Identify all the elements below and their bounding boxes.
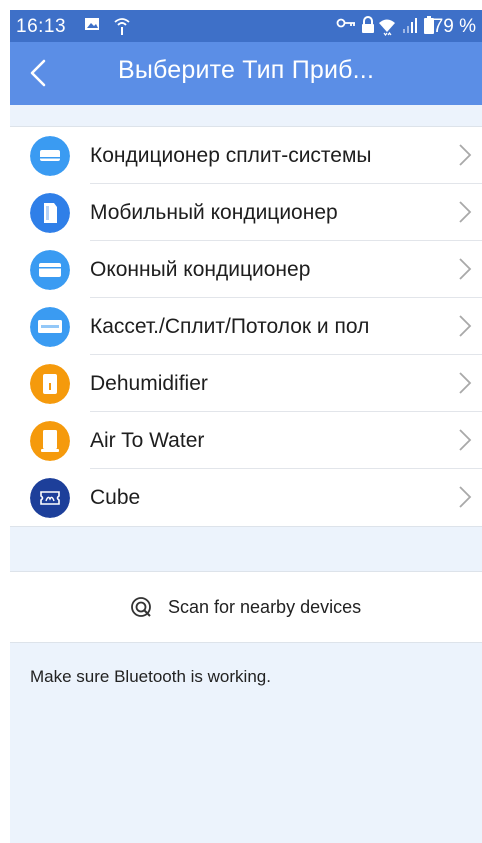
lock-icon [362, 16, 374, 33]
chevron-right-icon [459, 429, 472, 451]
list-item-label: Мобильный кондиционер [90, 201, 338, 224]
wifi-alert-icon [114, 18, 130, 35]
chevron-right-icon [459, 201, 472, 223]
chevron-right-icon [459, 315, 472, 337]
list-item-label: Dehumidifier [90, 372, 208, 395]
list-item[interactable]: Air To Water [10, 412, 482, 469]
list-item-label: Cube [90, 486, 141, 509]
list-item[interactable]: Мобильный кондиционер [10, 184, 482, 241]
device-type-list: Кондиционер сплит-системы Мобильный конд… [10, 126, 482, 527]
list-item-label: Кондиционер сплит-системы [90, 144, 372, 167]
chevron-right-icon [459, 144, 472, 166]
scan-nearby-button[interactable]: Scan for nearby devices [10, 571, 482, 643]
key-icon [336, 18, 355, 28]
page-title: Выберите Тип Приб... [118, 56, 375, 84]
scan-icon [131, 597, 151, 617]
list-item[interactable]: Cube [10, 469, 482, 526]
portable-ac-icon [30, 193, 70, 233]
list-item[interactable]: Оконный кондиционер [10, 241, 482, 298]
list-item[interactable]: Кондиционер сплит-системы [10, 127, 482, 184]
dehumidifier-icon [30, 364, 70, 404]
chevron-right-icon [459, 372, 472, 394]
wifi-icon [379, 19, 395, 36]
signal-icon [403, 18, 417, 33]
list-item[interactable]: Кассет./Сплит/Потолок и пол [10, 298, 482, 355]
air-to-water-icon [30, 421, 70, 461]
bluetooth-hint: Make sure Bluetooth is working. [30, 667, 271, 686]
status-bar: 16:13 79 % [10, 10, 482, 42]
battery-percent: 79 % [432, 16, 476, 37]
status-time: 16:13 [16, 16, 67, 37]
chevron-right-icon [459, 486, 472, 508]
list-item-label: Air To Water [90, 429, 205, 452]
chevron-right-icon [459, 258, 472, 280]
cube-icon [30, 478, 70, 518]
cassette-ac-icon [30, 307, 70, 347]
screen: 16:13 79 % Выберите Тип Приб... Кондицио… [10, 10, 482, 843]
split-ac-icon [30, 136, 70, 176]
list-item[interactable]: Dehumidifier [10, 355, 482, 412]
list-item-label: Кассет./Сплит/Потолок и пол [90, 315, 370, 338]
window-ac-icon [30, 250, 70, 290]
image-icon [85, 18, 99, 30]
app-bar: Выберите Тип Приб... [10, 42, 482, 105]
scan-label: Scan for nearby devices [168, 597, 362, 617]
back-arrow-icon[interactable] [24, 58, 54, 88]
list-item-label: Оконный кондиционер [90, 258, 311, 281]
